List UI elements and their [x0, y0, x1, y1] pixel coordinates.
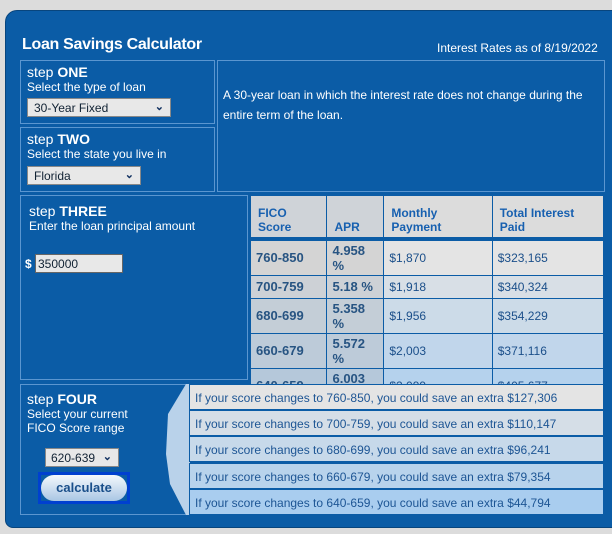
fico-score: 700-759 [249, 274, 328, 299]
loan-description-box: A 30-year loan in which the interest rat… [217, 60, 605, 192]
monthly-payment: $1,956 [383, 297, 493, 334]
monthly-payment: $1,918 [383, 274, 493, 299]
step-two-label: Select the state you live in [27, 147, 167, 161]
total-interest: $323,165 [491, 238, 605, 276]
rates-date: Interest Rates as of 8/19/2022 [437, 41, 598, 55]
savings-row: If your score changes to 680-699, you co… [189, 436, 604, 463]
table-row: 660-679 5.572 % $2,003 $371,116 [249, 332, 605, 369]
monthly-payment: $2,003 [383, 332, 493, 369]
currency-symbol: $ [25, 257, 32, 271]
column-header: Monthly Payment [383, 195, 493, 241]
total-interest: $371,116 [491, 332, 605, 369]
page-title: Loan Savings Calculator [22, 36, 202, 53]
total-interest: $340,324 [491, 274, 605, 299]
table-row: 760-850 4.958 % $1,870 $323,165 [249, 238, 605, 276]
state-value: Florida [34, 169, 71, 183]
step-prefix: step [29, 203, 56, 219]
savings-row: If your score changes to 640-659, you co… [189, 488, 604, 515]
column-header: FICO Score [249, 195, 328, 241]
principal-amount-input[interactable] [35, 254, 123, 273]
apr: 5.572 % [326, 332, 385, 369]
chevron-down-icon: ⌄ [102, 451, 112, 463]
chevron-down-icon: ⌄ [124, 169, 134, 181]
loan-description: A 30-year loan in which the interest rat… [223, 88, 583, 122]
column-header: APR [326, 195, 385, 241]
step-prefix: step [27, 64, 54, 80]
table-row: 680-699 5.358 % $1,956 $354,229 [249, 297, 605, 334]
total-interest: $354,229 [491, 297, 605, 334]
fico-score: 680-699 [249, 297, 328, 334]
chevron-down-icon: ⌄ [154, 101, 164, 113]
loan-type-select[interactable]: 30-Year Fixed ⌄ [27, 98, 171, 117]
savings-row: If your score changes to 700-759, you co… [189, 410, 604, 437]
step-number: TWO [57, 131, 91, 147]
apr: 5.18 % [326, 274, 385, 299]
step-three-box: step THREE Enter the loan principal amou… [20, 195, 248, 380]
step-number: ONE [57, 64, 88, 80]
step-number: THREE [59, 203, 107, 219]
fico-range-value: 620-639 [51, 451, 96, 465]
connector-graphic [166, 384, 190, 515]
monthly-payment: $1,870 [383, 238, 493, 276]
savings-row: If your score changes to 660-679, you co… [189, 462, 604, 489]
step-number: FOUR [57, 391, 98, 407]
table-row: 700-759 5.18 % $1,918 $340,324 [249, 274, 605, 299]
loan-type-value: 30-Year Fixed [34, 101, 109, 115]
state-select[interactable]: Florida ⌄ [27, 166, 141, 185]
calculate-button[interactable]: calculate [41, 475, 127, 501]
fico-score: 660-679 [249, 332, 328, 369]
apr: 4.958 % [326, 238, 385, 276]
step-prefix: step [27, 131, 54, 147]
apr: 5.358 % [326, 297, 385, 334]
column-header: Total Interest Paid [491, 195, 605, 241]
step-prefix: step [27, 391, 54, 407]
step-three-label: Enter the loan principal amount [29, 219, 196, 233]
savings-row: If your score changes to 760-850, you co… [189, 384, 604, 410]
fico-range-select[interactable]: 620-639 ⌄ [45, 448, 119, 467]
step-one-label: Select the type of loan [27, 80, 146, 94]
fico-score: 760-850 [249, 238, 328, 276]
calculate-button-frame: calculate [38, 472, 130, 504]
